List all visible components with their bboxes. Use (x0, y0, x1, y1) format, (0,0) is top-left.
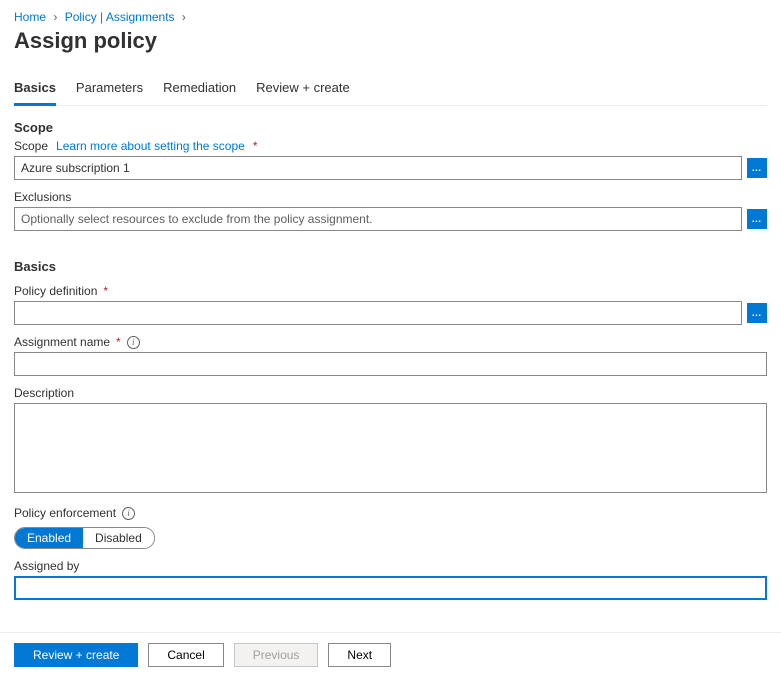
required-indicator: * (103, 284, 108, 298)
description-textarea[interactable] (14, 403, 767, 493)
breadcrumb: Home › Policy | Assignments › (14, 10, 767, 24)
scope-learn-more-link[interactable]: Learn more about setting the scope (56, 139, 245, 153)
description-label: Description (14, 386, 74, 400)
tabs: Basics Parameters Remediation Review + c… (14, 80, 767, 106)
policy-definition-input[interactable] (14, 301, 742, 325)
enforcement-toggle[interactable]: Enabled Disabled (14, 527, 155, 549)
exclusions-picker-button[interactable]: … (747, 209, 767, 229)
tab-basics[interactable]: Basics (14, 80, 56, 106)
tab-review[interactable]: Review + create (256, 80, 350, 105)
chevron-icon: › (53, 10, 57, 24)
review-create-button[interactable]: Review + create (14, 643, 138, 667)
enforcement-label: Policy enforcement (14, 506, 116, 520)
basics-heading: Basics (14, 259, 767, 274)
tab-remediation[interactable]: Remediation (163, 80, 236, 105)
scope-heading: Scope (14, 120, 767, 135)
toggle-enabled[interactable]: Enabled (15, 528, 83, 548)
exclusions-label: Exclusions (14, 190, 767, 204)
tab-parameters[interactable]: Parameters (76, 80, 143, 105)
footer: Review + create Cancel Previous Next (0, 632, 781, 677)
required-indicator: * (253, 139, 258, 153)
info-icon[interactable]: i (122, 507, 135, 520)
exclusions-input[interactable] (14, 207, 742, 231)
policy-definition-picker-button[interactable]: … (747, 303, 767, 323)
info-icon[interactable]: i (127, 336, 140, 349)
assigned-by-label: Assigned by (14, 559, 79, 573)
breadcrumb-policy[interactable]: Policy | Assignments (65, 10, 175, 24)
page-title: Assign policy (14, 28, 767, 54)
assignment-name-input[interactable] (14, 352, 767, 376)
required-indicator: * (116, 335, 121, 349)
scope-picker-button[interactable]: … (747, 158, 767, 178)
toggle-disabled[interactable]: Disabled (83, 528, 154, 548)
policy-definition-label: Policy definition (14, 284, 97, 298)
assigned-by-input[interactable] (14, 576, 767, 600)
assignment-name-label: Assignment name (14, 335, 110, 349)
next-button[interactable]: Next (328, 643, 391, 667)
scope-label: Scope (14, 139, 48, 153)
previous-button: Previous (234, 643, 319, 667)
chevron-icon: › (182, 10, 186, 24)
breadcrumb-home[interactable]: Home (14, 10, 46, 24)
scope-input[interactable] (14, 156, 742, 180)
cancel-button[interactable]: Cancel (148, 643, 223, 667)
